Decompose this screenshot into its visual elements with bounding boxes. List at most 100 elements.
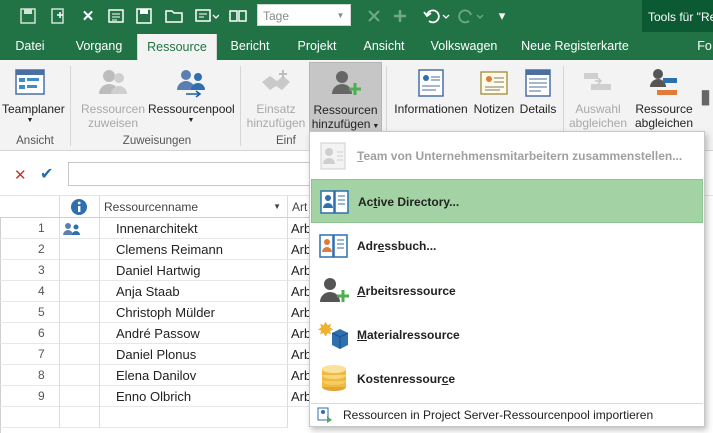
menu-label-post: e	[448, 372, 456, 386]
notizen-button[interactable]: Notizen	[472, 62, 516, 116]
cell-resource-name[interactable]: Christoph Mülder	[100, 302, 288, 323]
tab-datei[interactable]: Datei	[6, 32, 54, 60]
tab-neue-registerkarte[interactable]: Neue Registerkarte	[514, 32, 636, 60]
indicator-cell	[60, 386, 100, 407]
row-number[interactable]: 9	[0, 386, 60, 407]
tab-bericht[interactable]: Bericht	[222, 32, 278, 60]
teamplaner-button[interactable]: Teamplaner ▼	[2, 62, 65, 126]
group-separator	[70, 66, 71, 146]
notizen-label: Notizen	[473, 102, 515, 116]
cell-resource-name-empty[interactable]	[100, 407, 288, 428]
cell-resource-name[interactable]: Enno Olbrich	[100, 386, 288, 407]
indicator-cell	[60, 239, 100, 260]
work-resource-icon	[318, 275, 350, 307]
menu-item-adressbuch[interactable]: Adressbuch...	[311, 224, 703, 268]
undo-icon[interactable]	[422, 6, 452, 26]
add-resources-menu: Team von Unternehmensmitarbeitern zusamm…	[309, 131, 705, 427]
view-switch-icon[interactable]	[194, 6, 220, 26]
details-icon	[521, 66, 555, 100]
ressourcen-hinzufuegen-button[interactable]: Ressourcen hinzufügen ▼	[309, 62, 382, 133]
group-label-zuweisungen: Zuweisungen	[122, 135, 192, 147]
cancel-icon[interactable]: ✕	[14, 166, 27, 184]
menu-item-arbeitsressource[interactable]: Arbeitsressource	[311, 269, 703, 313]
cell-resource-name[interactable]: Daniel Hartwig	[100, 260, 288, 281]
row-number[interactable]: 3	[0, 260, 60, 281]
indicator-cell	[60, 323, 100, 344]
tab-vorgang[interactable]: Vorgang	[66, 32, 132, 60]
cell-resource-name[interactable]: Anja Staab	[100, 281, 288, 302]
check-icon[interactable]: ✔	[40, 164, 53, 184]
column-header-name[interactable]: Ressourcenname ▼	[100, 196, 288, 218]
menu-item-kostenressource[interactable]: Kostenressource	[311, 357, 703, 401]
menu-label-post: aterialressource	[367, 328, 460, 342]
chevron-down-icon[interactable]: ▼	[273, 196, 281, 218]
row-number[interactable]: 2	[0, 239, 60, 260]
import-label: Ressourcen in Project Server-Ressourcenp…	[343, 408, 654, 422]
print-preview-icon[interactable]	[106, 6, 126, 26]
menu-item-materialressource[interactable]: Materialressource	[311, 313, 703, 357]
row-number[interactable]: 6	[0, 323, 60, 344]
chevron-down-icon[interactable]: ▼	[334, 8, 347, 22]
quick-access-toolbar: ✕ Tage ▼ ▾ Tools für "Re	[0, 0, 713, 32]
build-team-icon	[318, 140, 350, 172]
menu-label-accel: M	[357, 328, 367, 342]
ressourcen-zuweisen-label-1: Ressourcen	[80, 102, 146, 116]
cost-resource-icon	[318, 363, 350, 395]
ress-hinz-label-2: hinzufügen	[311, 117, 371, 131]
select-all-cell[interactable]	[0, 196, 60, 218]
zoom-out-icon[interactable]	[364, 6, 384, 26]
cell-resource-name[interactable]: Clemens Reimann	[100, 239, 288, 260]
assign-resources-icon	[96, 66, 130, 100]
einsatz-hinzufuegen-button[interactable]: Einsatz hinzufügen	[244, 62, 308, 130]
einsatz-label-2: hinzufügen	[246, 116, 306, 130]
tab-ansicht[interactable]: Ansicht	[354, 32, 414, 60]
ressourcenpool-button[interactable]: Ressourcenpool ▼	[148, 62, 235, 126]
entry-field[interactable]	[68, 162, 313, 186]
tab-format[interactable]: Fo	[696, 32, 713, 60]
save-icon[interactable]	[18, 6, 38, 26]
open-folder-icon[interactable]	[164, 6, 184, 26]
add-icon[interactable]	[390, 6, 410, 26]
cell-resource-name[interactable]: Daniel Plonus	[100, 344, 288, 365]
ressourcen-zuweisen-button[interactable]: Ressourcen zuweisen	[78, 62, 148, 130]
row-number-empty[interactable]	[0, 407, 60, 428]
ressource-abgleichen-button[interactable]: Ressource abgleichen	[632, 62, 696, 130]
indicator-cell	[60, 407, 100, 428]
connect-icon[interactable]	[228, 6, 248, 26]
cell-resource-name[interactable]: André Passow	[100, 323, 288, 344]
menu-item-active-directory[interactable]: Active Directory...	[311, 179, 703, 223]
auswahl-abgleichen-button[interactable]: Auswahl abgleichen	[566, 62, 630, 130]
menu-item-team-zusammenstellen[interactable]: Team von Unternehmensmitarbeitern zusamm…	[311, 134, 703, 178]
timescale-combo[interactable]: Tage ▼	[257, 4, 351, 26]
redo-icon[interactable]	[456, 6, 486, 26]
row-number[interactable]: 7	[0, 344, 60, 365]
row-number[interactable]: 5	[0, 302, 60, 323]
group-separator	[240, 66, 241, 146]
save-disk-icon[interactable]	[134, 6, 154, 26]
indicator-column-header[interactable]	[60, 196, 100, 218]
ress-hinz-label-1: Ressourcen	[313, 103, 378, 117]
tab-projekt[interactable]: Projekt	[288, 32, 346, 60]
group-label-ansicht: Ansicht	[16, 135, 54, 147]
leveling-options-partial-icon[interactable]: ▮	[698, 87, 713, 107]
menu-item-import-project-server[interactable]: Ressourcen in Project Server-Ressourcenp…	[311, 403, 703, 426]
level-resource-icon	[647, 66, 681, 100]
informationen-button[interactable]: Informationen	[390, 62, 472, 116]
new-icon[interactable]	[48, 6, 68, 26]
indicator-cell	[60, 260, 100, 281]
menu-label-accel: A	[357, 284, 366, 298]
row-number[interactable]: 8	[0, 365, 60, 386]
cell-resource-name[interactable]: Elena Danilov	[100, 365, 288, 386]
ressourcenpool-label: Ressourcenpool	[148, 102, 235, 116]
row-number[interactable]: 1	[0, 218, 60, 239]
tab-ressource[interactable]: Ressource	[137, 34, 217, 60]
details-button[interactable]: Details	[517, 62, 559, 116]
informationen-label: Informationen	[394, 102, 468, 116]
cell-resource-name[interactable]: Innenarchitekt	[100, 218, 288, 239]
row-number[interactable]: 4	[0, 281, 60, 302]
tab-volkswagen[interactable]: Volkswagen	[424, 32, 504, 60]
menu-label-pre: Ac	[358, 195, 374, 209]
indicator-cell	[60, 302, 100, 323]
customize-qat-icon[interactable]: ▾	[492, 6, 512, 26]
close-icon[interactable]: ✕	[78, 6, 98, 26]
